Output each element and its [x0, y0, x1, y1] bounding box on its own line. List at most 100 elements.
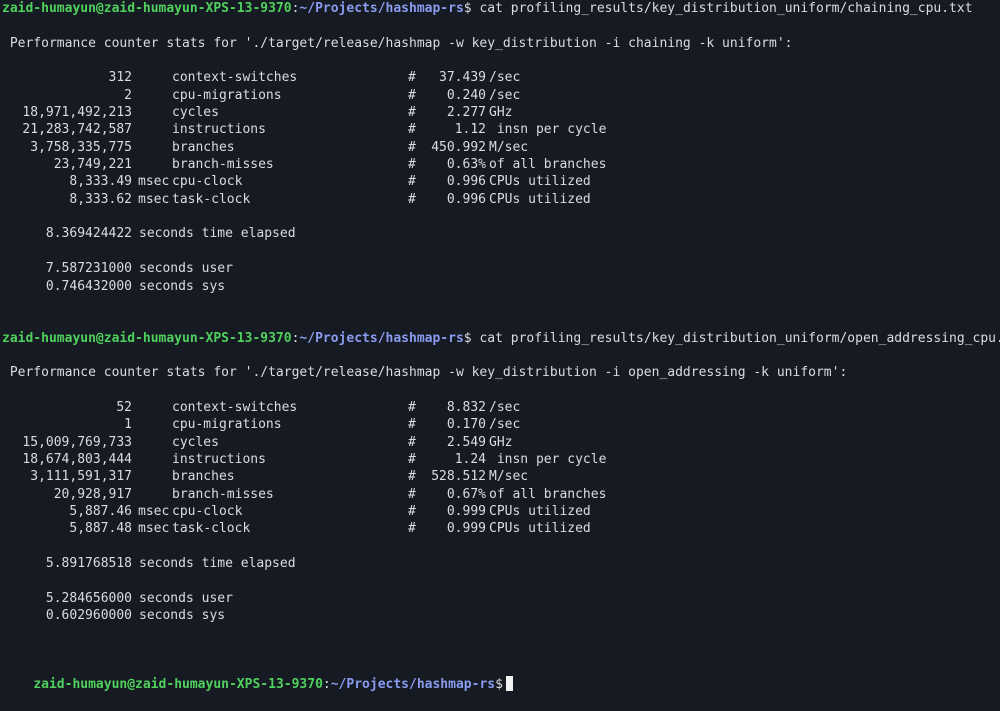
stat-metric: 1.12 — [454, 122, 486, 138]
stat-metric: 0.999 — [446, 503, 486, 519]
stat-metric: 0.63% — [446, 157, 486, 173]
stat-row: 20,928,917 branch-misses #0.67% of all bran… — [2, 486, 998, 503]
time-label: seconds time elapsed — [139, 226, 296, 242]
time-sys-row: 0.746432000 seconds sys — [2, 278, 998, 295]
stat-value: 18,971,492,213 — [22, 105, 132, 121]
time-label: seconds time elapsed — [139, 556, 296, 571]
stat-event-name: task-clock — [172, 191, 251, 207]
stat-metric: 0.170 — [446, 417, 486, 433]
stat-event-name: branches — [172, 469, 235, 485]
time-sys-row: 0.602960000 seconds sys — [2, 607, 998, 624]
stat-row: 15,009,769,733 cycles #2.549 GHz — [2, 434, 998, 451]
perf-stats-header: Performance counter stats for './target/… — [2, 365, 848, 381]
stat-row: 18,971,492,213 cycles #2.277 GHz — [2, 104, 998, 121]
stat-event-name: cycles — [172, 105, 219, 121]
stat-metric-desc: of all branches — [489, 486, 607, 502]
stat-value: 23,749,221 — [53, 157, 132, 173]
stat-event-name: instructions — [172, 451, 266, 467]
stat-event-name: branch-misses — [172, 486, 274, 502]
stat-unit: msec — [138, 521, 170, 537]
stat-value: 312 — [108, 70, 132, 86]
time-elapsed-row: 8.369424422 seconds time elapsed — [2, 225, 998, 242]
stat-row: 3,111,591,317 branches #528.512 M/sec — [2, 468, 998, 485]
stat-hash: # — [408, 469, 416, 485]
stat-unit: msec — [138, 174, 170, 190]
prompt-path: ~/Projects/hashmap-rs — [299, 330, 464, 346]
stat-metric-desc: CPUs utilized — [489, 521, 591, 537]
stat-hash: # — [408, 451, 416, 467]
time-label: seconds sys — [139, 608, 226, 624]
stat-hash: # — [408, 174, 416, 190]
command-line[interactable]: zaid-humayun@zaid-humayun-XPS-13-9370:~/… — [2, 659, 998, 692]
stat-hash: # — [408, 503, 416, 519]
command-history-line: zaid-humayun@zaid-humayun-XPS-13-9370:~/… — [2, 0, 998, 17]
time-value: 7.587231000 — [45, 261, 132, 277]
stat-event-name: context-switches — [172, 399, 298, 415]
stat-metric: 1.24 — [454, 451, 486, 467]
prompt-symbol: $ — [463, 1, 472, 16]
prompt-colon: : — [322, 677, 331, 693]
stat-metric: 450.992 — [431, 139, 486, 155]
stat-event-name: cpu-clock — [172, 174, 243, 190]
stat-hash: # — [408, 122, 416, 138]
prompt-path: ~/Projects/hashmap-rs — [299, 1, 464, 16]
stat-event-name: branch-misses — [172, 157, 274, 173]
stat-hash: # — [408, 417, 416, 433]
stat-metric-desc: M/sec — [489, 469, 529, 485]
prompt-symbol: $ — [495, 677, 503, 693]
time-value: 5.284656000 — [45, 590, 132, 606]
stat-value: 21,283,742,587 — [22, 122, 132, 138]
stat-row: 8,333.49 msec cpu-clock #0.996 CPUs utilized — [2, 173, 998, 190]
stat-value: 3,111,591,317 — [30, 469, 132, 485]
stat-event-name: context-switches — [172, 70, 298, 86]
stat-row: 5,887.48 msec task-clock #0.999 CPUs utilize… — [2, 520, 998, 537]
stat-hash: # — [408, 157, 416, 173]
stat-unit: msec — [138, 503, 170, 519]
stat-metric: 0.240 — [446, 87, 486, 103]
text-cursor[interactable] — [505, 676, 513, 692]
stat-event-name: task-clock — [172, 521, 251, 537]
terminal-window[interactable]: zaid-humayun@zaid-humayun-XPS-13-9370:~/… — [2, 0, 1000, 692]
perf-stats-header: Performance counter stats for './target/… — [2, 35, 793, 51]
command-history-line: zaid-humayun@zaid-humayun-XPS-13-9370:~/… — [2, 330, 1000, 347]
stat-row: 5,887.46 msec cpu-clock #0.999 CPUs utilized — [2, 503, 998, 520]
stat-metric: 2.549 — [446, 434, 486, 450]
stat-hash: # — [408, 191, 416, 207]
stat-hash: # — [408, 521, 416, 537]
command-text: cat profiling_results/key_distribution_u… — [479, 330, 1000, 346]
stat-row: 8,333.62 msec task-clock #0.996 CPUs utilize… — [2, 191, 998, 208]
stat-value: 52 — [116, 399, 132, 415]
stat-event-name: cpu-clock — [172, 503, 243, 519]
stat-metric-desc: GHz — [489, 105, 513, 121]
stat-metric-desc: insn per cycle — [489, 451, 607, 467]
stat-metric-desc: insn per cycle — [489, 122, 607, 138]
stat-metric-desc: /sec — [489, 417, 521, 433]
stat-hash: # — [408, 486, 416, 502]
stat-row: 1 cpu-migrations #0.170/sec — [2, 416, 998, 433]
prompt-symbol: $ — [463, 330, 472, 346]
stat-metric-desc: /sec — [489, 87, 521, 103]
stat-value: 20,928,917 — [53, 486, 132, 502]
time-value: 0.602960000 — [45, 608, 132, 624]
time-value: 5.891768518 — [45, 556, 132, 571]
stat-metric-desc: CPUs utilized — [489, 191, 591, 207]
stat-hash: # — [408, 105, 416, 121]
stat-value: 8,333.62 — [69, 191, 132, 207]
stat-event-name: cpu-migrations — [172, 87, 282, 103]
time-value: 8.369424422 — [45, 226, 132, 242]
stat-unit: msec — [138, 191, 170, 207]
stat-metric: 0.67% — [446, 486, 486, 502]
stat-metric-desc: CPUs utilized — [489, 174, 591, 190]
stat-value: 2 — [124, 87, 132, 103]
stat-event-name: cpu-migrations — [172, 417, 282, 433]
stat-value: 18,674,803,444 — [22, 451, 132, 467]
stat-metric: 37.439 — [439, 70, 486, 86]
stat-metric-desc: /sec — [489, 399, 521, 415]
